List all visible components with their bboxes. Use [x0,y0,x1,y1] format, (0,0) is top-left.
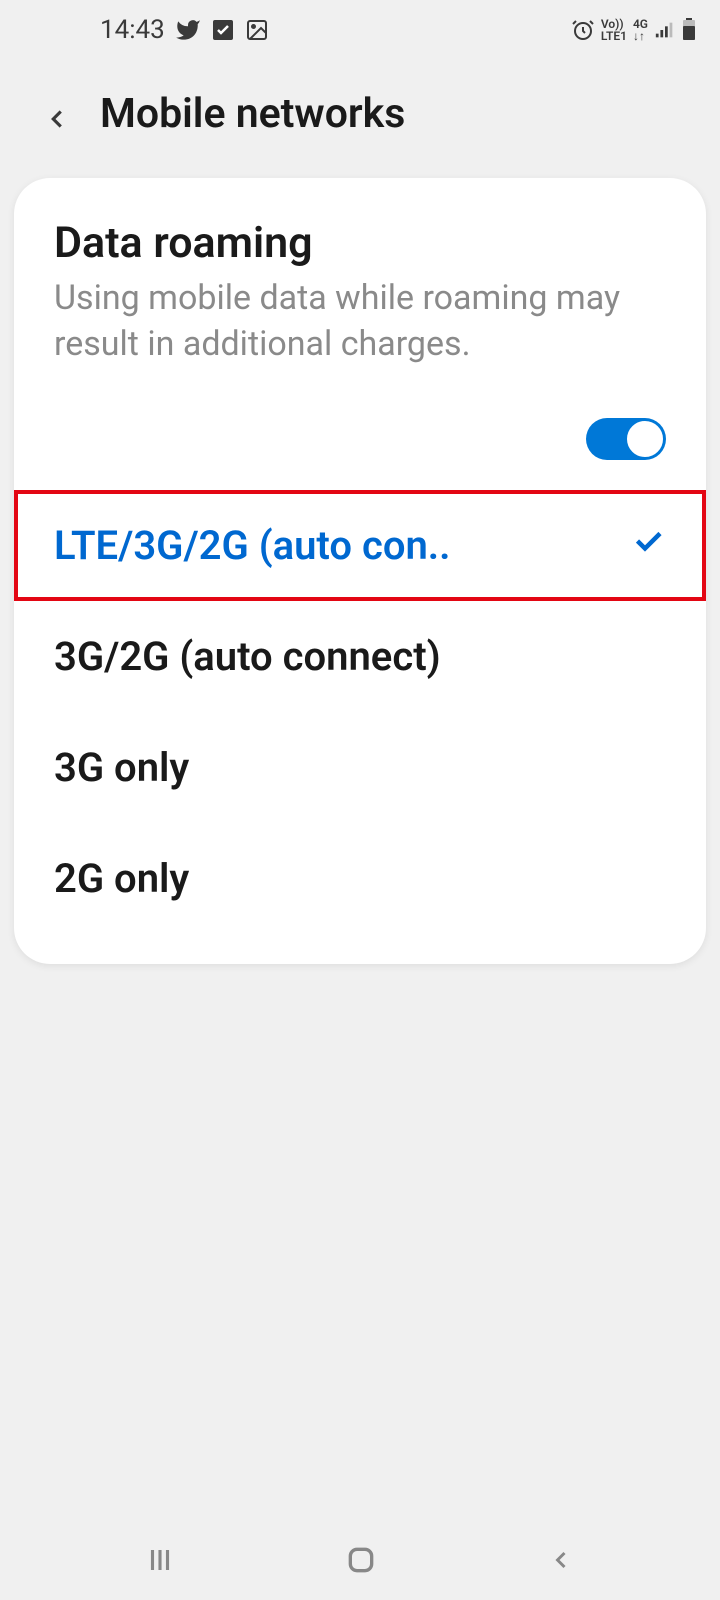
twitter-icon [175,17,201,43]
toggle-knob [626,420,664,458]
back-icon[interactable] [42,99,72,129]
image-icon [245,18,269,42]
network-4g: 4G↓↑ [633,18,648,42]
checkbox-icon [211,18,235,42]
recents-button[interactable] [145,1545,175,1575]
roaming-toggle[interactable] [586,418,666,460]
network-text: Vo))LTE1 [601,18,627,42]
roaming-description: Using mobile data while roaming may resu… [54,276,666,368]
status-left: 14:43 [24,15,269,45]
home-button[interactable] [345,1544,377,1576]
roaming-title: Data roaming [54,218,666,268]
alarm-icon [571,18,595,42]
status-bar: 14:43 Vo))LTE1 4G↓↑ [0,0,720,60]
navigation-bar [0,1520,720,1600]
check-icon [630,522,666,569]
option-label: 3G/2G (auto connect) [54,633,441,680]
network-option-3g-only[interactable]: 3G only [14,712,706,823]
network-option-2g-only[interactable]: 2G only [14,823,706,934]
option-label: 3G only [54,744,189,791]
header: Mobile networks [0,60,720,178]
signal-icon [654,19,676,41]
roaming-section[interactable]: Data roaming Using mobile data while roa… [14,178,706,398]
settings-card: Data roaming Using mobile data while roa… [14,178,706,964]
option-label: 2G only [54,855,189,902]
status-time: 14:43 [100,15,165,45]
back-button[interactable] [547,1546,575,1574]
network-mode-options: LTE/3G/2G (auto con.. 3G/2G (auto connec… [14,490,706,964]
status-right: Vo))LTE1 4G↓↑ [571,18,696,42]
page-title: Mobile networks [100,90,405,138]
battery-icon [682,18,696,42]
roaming-toggle-row [14,398,706,490]
option-label: LTE/3G/2G (auto con.. [54,522,451,569]
network-option-lte-3g-2g[interactable]: LTE/3G/2G (auto con.. [14,490,706,601]
network-option-3g-2g[interactable]: 3G/2G (auto connect) [14,601,706,712]
